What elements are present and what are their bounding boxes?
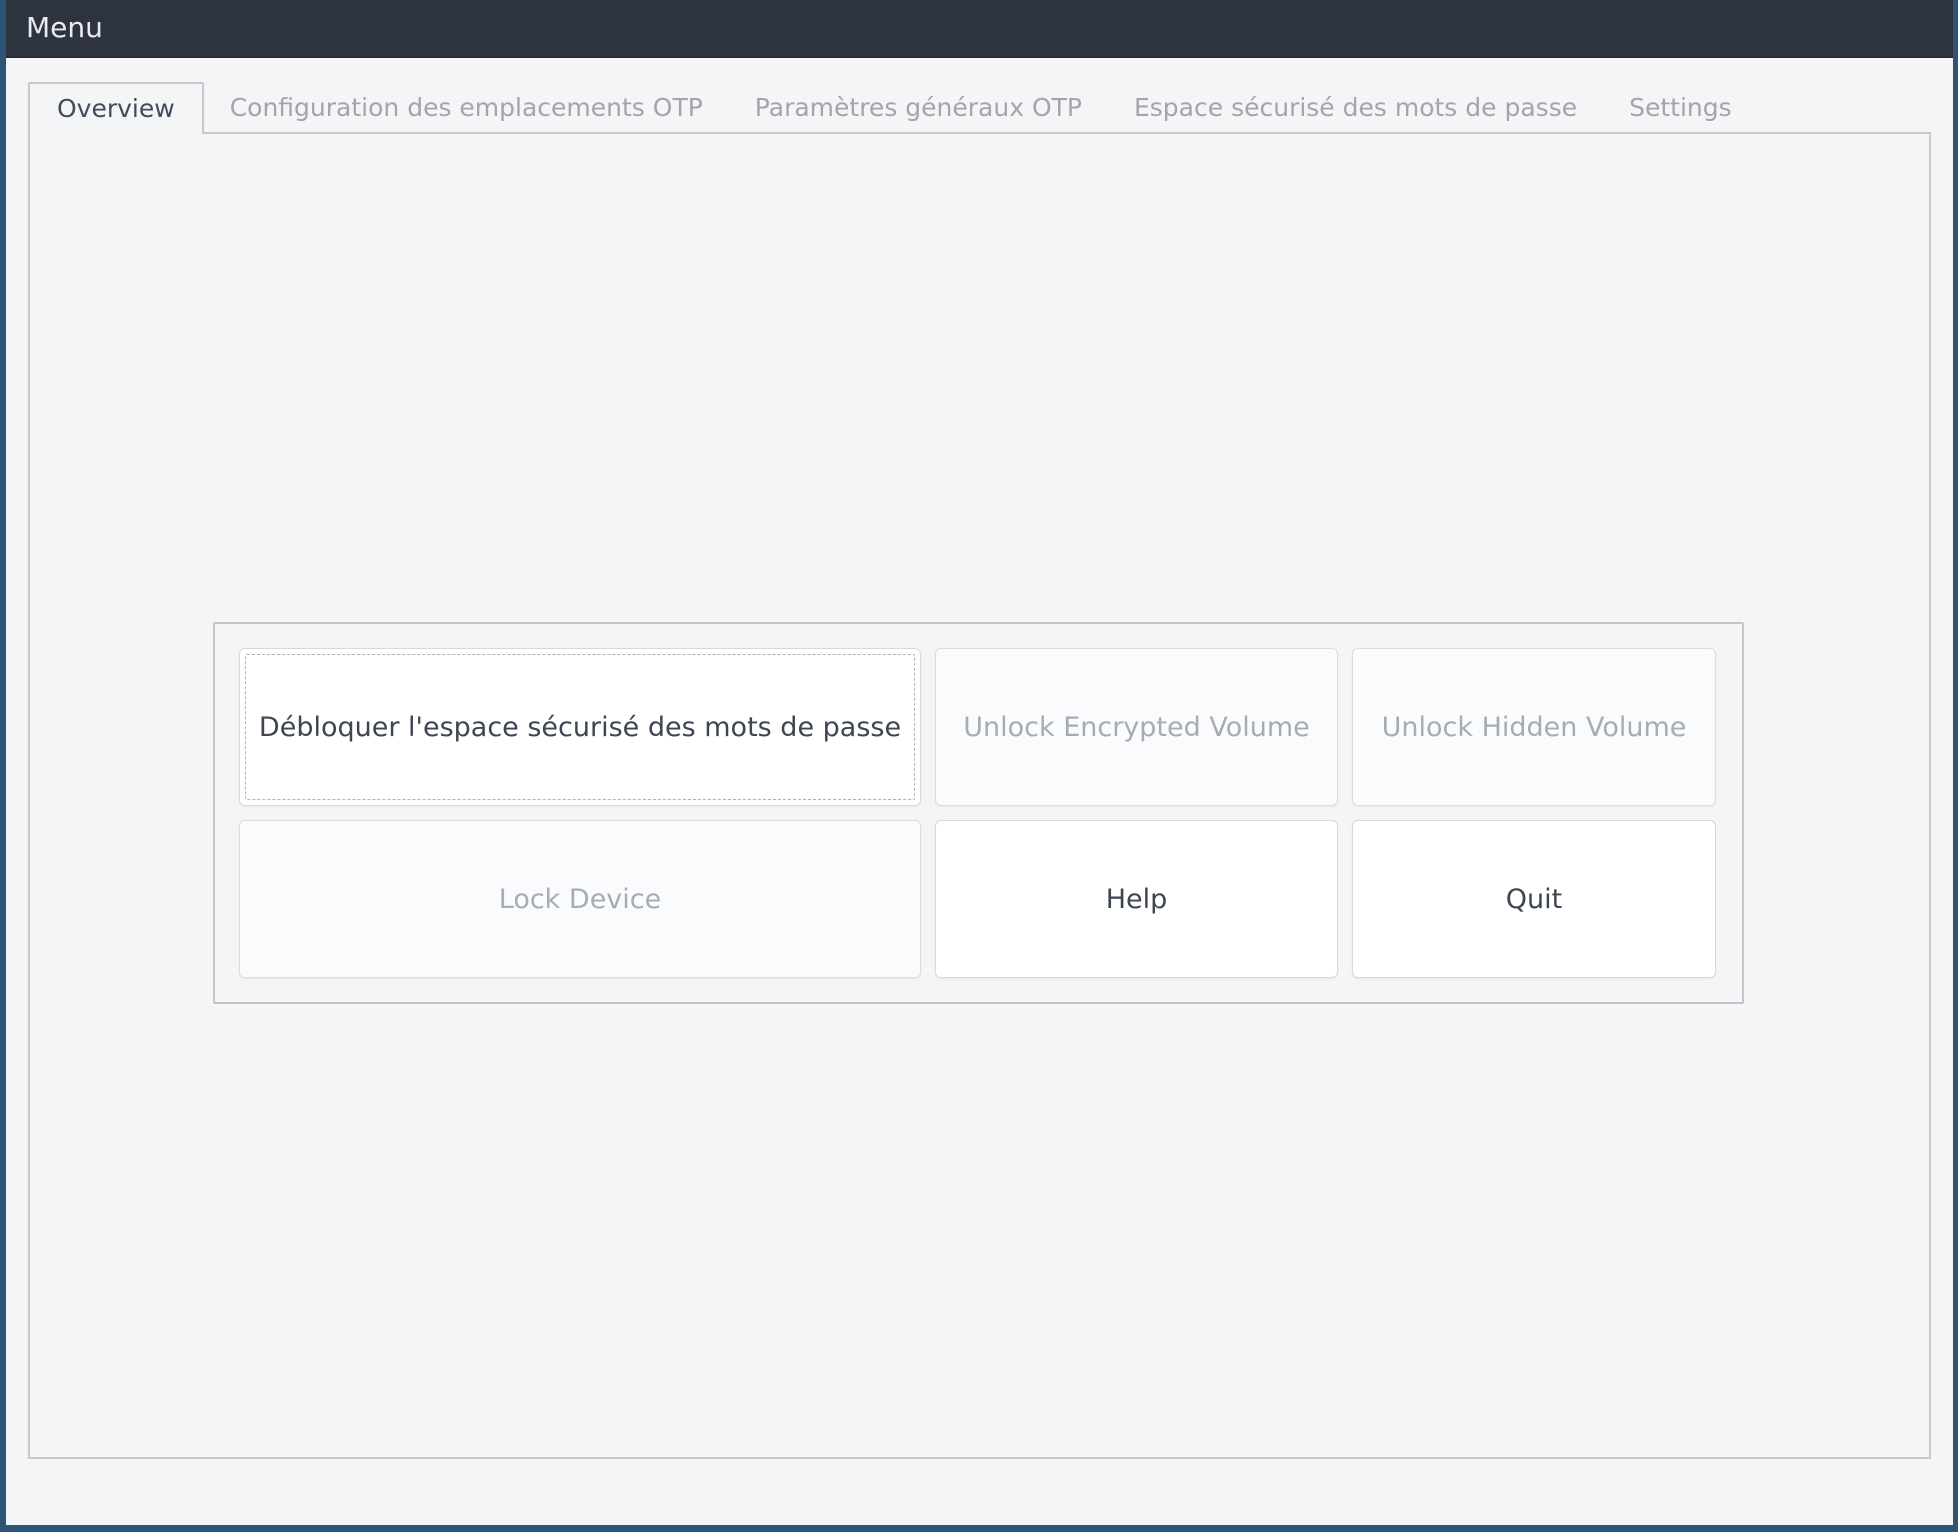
tab-otp-general-settings[interactable]: Paramètres généraux OTP: [729, 82, 1108, 132]
tab-otp-slot-configuration[interactable]: Configuration des emplacements OTP: [204, 82, 729, 132]
app-window: Menu Overview Configuration des emplacem…: [0, 0, 1958, 1532]
quit-button[interactable]: Quit: [1352, 820, 1716, 978]
tab-content-pane: Débloquer l'espace sécurisé des mots de …: [28, 132, 1931, 1459]
device-actions-group: Débloquer l'espace sécurisé des mots de …: [213, 622, 1744, 1004]
unlock-hidden-volume-button: Unlock Hidden Volume: [1352, 648, 1716, 806]
tab-bar: Overview Configuration des emplacements …: [28, 82, 1953, 132]
tab-settings[interactable]: Settings: [1603, 82, 1758, 132]
help-button[interactable]: Help: [935, 820, 1338, 978]
tab-password-safe[interactable]: Espace sécurisé des mots de passe: [1108, 82, 1603, 132]
main-content: Overview Configuration des emplacements …: [6, 82, 1953, 1459]
device-actions-grid: Débloquer l'espace sécurisé des mots de …: [239, 648, 1716, 978]
tab-overview[interactable]: Overview: [28, 82, 204, 134]
unlock-encrypted-volume-button: Unlock Encrypted Volume: [935, 648, 1338, 806]
menu-bar: Menu: [6, 0, 1953, 58]
unlock-password-safe-button[interactable]: Débloquer l'espace sécurisé des mots de …: [239, 648, 921, 806]
lock-device-button: Lock Device: [239, 820, 921, 978]
menu-item-menu[interactable]: Menu: [6, 0, 123, 57]
